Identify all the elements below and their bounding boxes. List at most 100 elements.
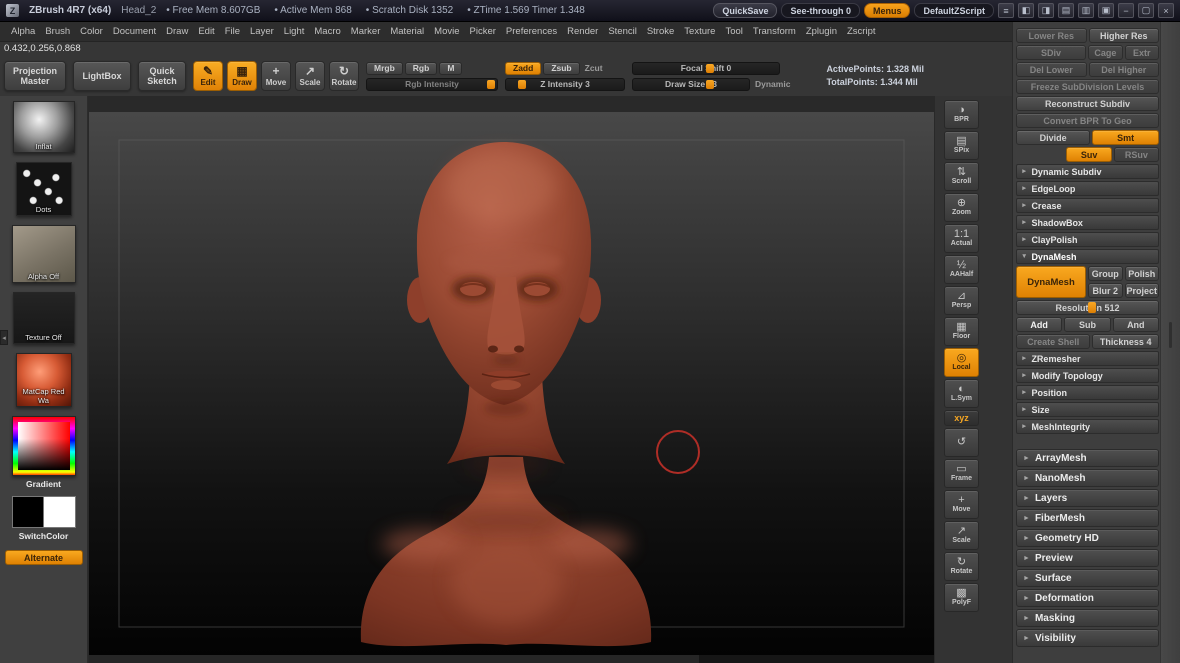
lightbox-button[interactable]: LightBox (73, 61, 131, 91)
shelf-button[interactable]: 1:1 Actual (944, 224, 979, 253)
main-color-swatch[interactable] (12, 496, 44, 528)
menu-item[interactable]: Transform (748, 23, 801, 40)
dynamic-label[interactable]: Dynamic (752, 79, 793, 89)
subsection-header[interactable]: ► Position (1016, 385, 1159, 400)
thickness-slider[interactable]: Thickness 4 (1092, 334, 1159, 349)
group-toggle[interactable]: Group (1088, 266, 1123, 281)
default-zscript-button[interactable]: DefaultZScript (914, 3, 994, 18)
menu-item[interactable]: Movie (429, 23, 464, 40)
left-tray-toggle[interactable]: ◂ (0, 330, 8, 345)
alpha-picker[interactable]: Alpha Off (12, 225, 76, 283)
lower-res-button[interactable]: Lower Res (1016, 28, 1087, 43)
subpalette-header[interactable]: ► ArrayMesh (1016, 449, 1159, 467)
menu-item[interactable]: Preferences (501, 23, 562, 40)
menu-item[interactable]: Document (108, 23, 161, 40)
menu-item[interactable]: Edit (193, 23, 219, 40)
subpalette-header[interactable]: ► Surface (1016, 569, 1159, 587)
projection-master-button[interactable]: Projection Master (4, 61, 66, 91)
quicksave-button[interactable]: QuickSave (713, 3, 777, 18)
shelf-button[interactable]: ⊿ Persp (944, 286, 979, 315)
quick-sketch-button[interactable]: Quick Sketch (138, 61, 186, 91)
subsection-header[interactable]: ► Size (1016, 402, 1159, 417)
menu-item[interactable]: Brush (40, 23, 75, 40)
menu-item[interactable]: Draw (161, 23, 193, 40)
texture-picker[interactable]: Texture Off (13, 292, 75, 344)
lock-icon[interactable]: ▣ (1098, 3, 1114, 18)
add-toggle[interactable]: Add (1016, 317, 1062, 332)
polish-toggle[interactable]: Polish (1125, 266, 1160, 281)
menu-item[interactable]: Zscript (842, 23, 881, 40)
shelf-button[interactable]: + Move (944, 490, 979, 519)
resolution-slider[interactable]: Resolution 512 (1016, 300, 1159, 315)
subsection-header[interactable]: ► EdgeLoop (1016, 181, 1159, 196)
subpalette-header[interactable]: ► Geometry HD (1016, 529, 1159, 547)
menu-item[interactable]: Alpha (6, 23, 40, 40)
stroke-picker[interactable]: Dots (16, 162, 72, 216)
mode-button[interactable]: ✎ Edit (193, 61, 223, 91)
dynamesh-button[interactable]: DynaMesh (1016, 266, 1086, 298)
menu-item[interactable]: Macro (309, 23, 345, 40)
focal-shift-slider[interactable]: Focal Shift 0 (632, 62, 780, 75)
left-tray-icon[interactable]: ◧ (1018, 3, 1034, 18)
blur-slider[interactable]: Blur 2 (1088, 283, 1123, 298)
right-tray-divider[interactable] (1160, 22, 1180, 663)
del-lower-button[interactable]: Del Lower (1016, 62, 1087, 77)
rgb-intensity-slider[interactable]: Rgb Intensity (366, 78, 498, 91)
subsection-header[interactable]: ► MeshIntegrity (1016, 419, 1159, 434)
subsection-header[interactable]: ► Modify Topology (1016, 368, 1159, 383)
menu-item[interactable]: Stencil (603, 23, 642, 40)
del-higher-button[interactable]: Del Higher (1089, 62, 1160, 77)
create-shell-button[interactable]: Create Shell (1016, 334, 1090, 349)
higher-res-button[interactable]: Higher Res (1089, 28, 1160, 43)
slider-notch[interactable] (706, 80, 714, 89)
restore-icon[interactable]: ▢ (1138, 3, 1154, 18)
copy-doc-icon[interactable]: ▥ (1078, 3, 1094, 18)
subpalette-header[interactable]: ► Masking (1016, 609, 1159, 627)
subpalette-header[interactable]: ► FiberMesh (1016, 509, 1159, 527)
menu-item[interactable]: Layer (245, 23, 279, 40)
material-picker[interactable]: MatCap Red Wa (16, 353, 72, 407)
shelf-button[interactable]: ½ AAHalf (944, 255, 979, 284)
menu-item[interactable]: Marker (346, 23, 386, 40)
project-toggle[interactable]: Project (1125, 283, 1160, 298)
right-tray-icon[interactable]: ◨ (1038, 3, 1054, 18)
shelf-button[interactable]: ▭ Frame (944, 459, 979, 488)
m-button[interactable]: M (439, 62, 462, 75)
document-canvas[interactable] (89, 112, 934, 655)
menu-item[interactable]: Texture (679, 23, 720, 40)
sub-toggle[interactable]: Sub (1064, 317, 1110, 332)
shelf-button[interactable]: ⊕ Zoom (944, 193, 979, 222)
subsection-header[interactable]: ► ClayPolish (1016, 232, 1159, 247)
color-picker[interactable] (12, 416, 76, 476)
rgb-button[interactable]: Rgb (405, 62, 438, 75)
mode-button[interactable]: ↗ Scale (295, 61, 325, 91)
cage-button[interactable]: Cage (1088, 45, 1122, 60)
subsection-header[interactable]: ► Crease (1016, 198, 1159, 213)
sdiv-slider[interactable]: SDiv (1016, 45, 1086, 60)
mode-button[interactable]: ▦ Draw (227, 61, 257, 91)
canvas-scrollbar[interactable] (699, 655, 934, 663)
rsuv-toggle[interactable]: RSuv (1114, 147, 1159, 162)
brush-picker[interactable]: Inflat (13, 101, 75, 153)
reconstruct-subdiv-button[interactable]: Reconstruct Subdiv (1016, 96, 1159, 111)
smt-toggle[interactable]: Smt (1092, 130, 1159, 145)
menu-item[interactable]: Zplugin (801, 23, 842, 40)
shelf-button[interactable]: ⇅ Scroll (944, 162, 979, 191)
saturation-value-box[interactable] (18, 422, 70, 470)
divide-button[interactable]: Divide (1016, 130, 1090, 145)
minimize-icon[interactable]: − (1118, 3, 1134, 18)
mode-button[interactable]: + Move (261, 61, 291, 91)
menu-item[interactable]: Light (279, 23, 310, 40)
z-intensity-slider[interactable]: Z Intensity 3 (505, 78, 625, 91)
shelf-button[interactable]: ◐ L.Sym (944, 379, 979, 408)
divider-grip[interactable] (1169, 322, 1172, 348)
and-toggle[interactable]: And (1113, 317, 1159, 332)
alternate-button[interactable]: Alternate (5, 550, 83, 565)
menu-item[interactable]: Render (562, 23, 603, 40)
shelf-button[interactable]: ↻ Rotate (944, 552, 979, 581)
dynamesh-section-header[interactable]: ▼ DynaMesh (1016, 249, 1159, 264)
menu-item[interactable]: Material (385, 23, 429, 40)
menu-item[interactable]: File (220, 23, 245, 40)
freeze-subdivision-button[interactable]: Freeze SubDivision Levels (1016, 79, 1159, 94)
subpalette-header[interactable]: ► Preview (1016, 549, 1159, 567)
